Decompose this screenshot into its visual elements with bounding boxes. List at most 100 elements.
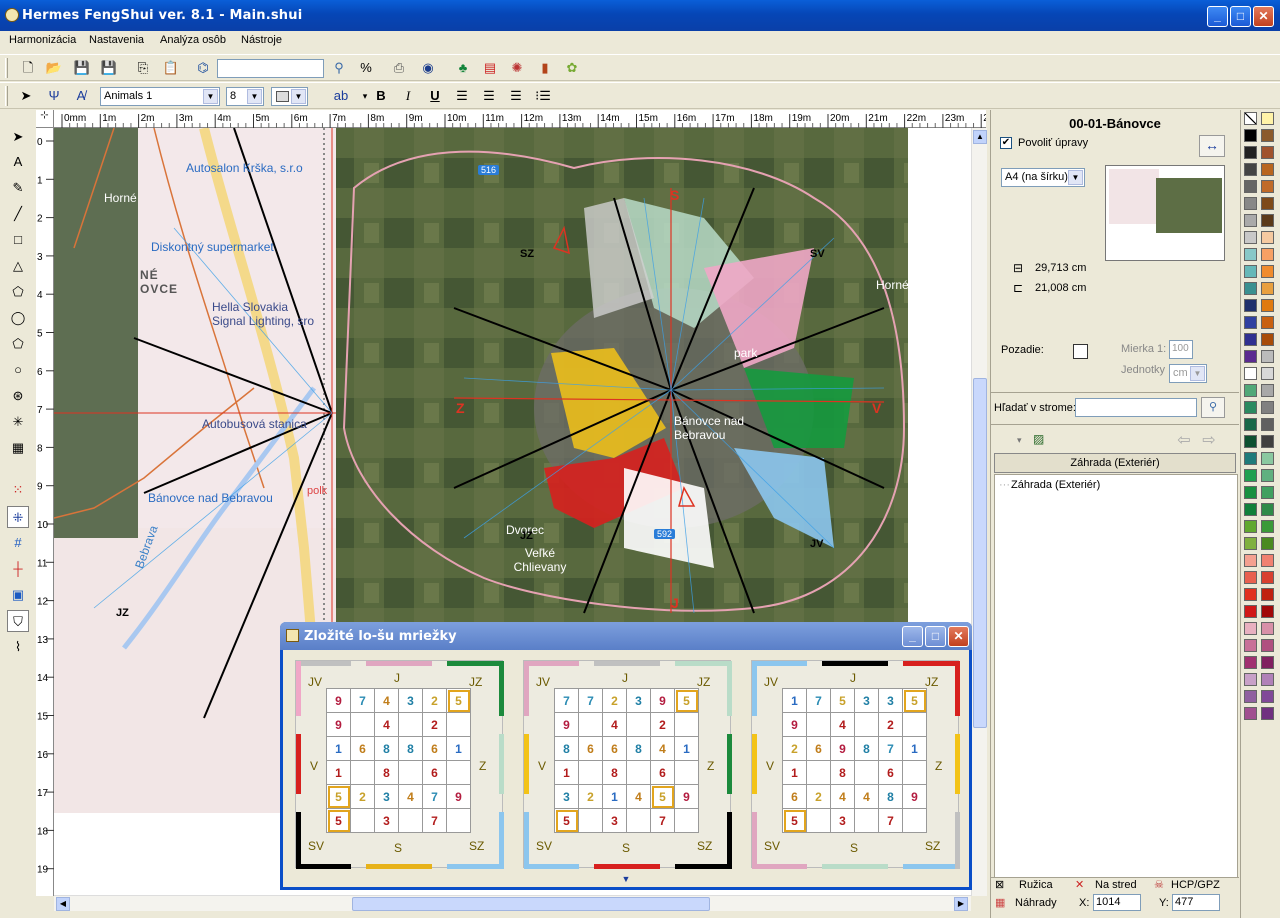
horizontal-scrollbar[interactable]: ◀ ▶ xyxy=(54,895,971,911)
vertical-scrollbar[interactable]: ▲ xyxy=(971,128,987,896)
hcp-button[interactable]: HCP/GPZ xyxy=(1171,879,1220,891)
percent-tool-icon[interactable]: % xyxy=(355,57,377,79)
preview-eye-icon[interactable]: ◉ xyxy=(417,57,439,79)
tree-header-button[interactable]: Záhrada (Exteriér) xyxy=(994,453,1236,473)
pointer-tool-icon[interactable]: ➤ xyxy=(7,126,29,148)
vertical-scroll-thumb[interactable] xyxy=(973,378,987,728)
search-icon[interactable]: ⚲ xyxy=(328,57,350,79)
palette-swatch[interactable] xyxy=(1244,401,1257,414)
tree-view[interactable]: ··· Záhrada (Exteriér) xyxy=(994,474,1238,878)
palette-swatch[interactable] xyxy=(1261,350,1274,363)
ellipse-tool-icon[interactable]: ◯ xyxy=(7,307,29,329)
palette-swatch[interactable] xyxy=(1244,112,1257,125)
palette-swatch[interactable] xyxy=(1244,435,1257,448)
grid-tool-icon[interactable]: ▦ xyxy=(7,437,29,459)
clover-icon[interactable]: ♣ xyxy=(452,57,474,79)
bold-icon[interactable]: B xyxy=(370,85,392,107)
wheel-tool-icon[interactable]: ⊛ xyxy=(7,385,29,407)
guide-dots-icon[interactable]: ⁙ xyxy=(7,479,29,501)
palette-swatch[interactable] xyxy=(1261,367,1274,380)
layers-icon[interactable]: ▣ xyxy=(7,584,29,606)
line-tool-icon[interactable]: ╱ xyxy=(7,203,29,225)
palette-swatch[interactable] xyxy=(1244,282,1257,295)
palette-swatch[interactable] xyxy=(1244,129,1257,142)
palette-swatch[interactable] xyxy=(1261,248,1274,261)
italic-icon[interactable]: I xyxy=(397,85,419,107)
palette-swatch[interactable] xyxy=(1244,265,1257,278)
palette-swatch[interactable] xyxy=(1244,673,1257,686)
palette-swatch[interactable] xyxy=(1261,622,1274,635)
triangle-tool-icon[interactable]: △ xyxy=(7,255,29,277)
palette-swatch[interactable] xyxy=(1244,248,1257,261)
loshu-minimize-button[interactable]: _ xyxy=(902,626,923,647)
polygon-tool-icon[interactable]: ⬠ xyxy=(7,281,29,303)
rose-button[interactable]: Ružica xyxy=(1019,879,1053,891)
spellcheck-icon[interactable]: ab xyxy=(330,85,352,107)
palette-swatch[interactable] xyxy=(1261,146,1274,159)
palette-swatch[interactable] xyxy=(1244,350,1257,363)
edit-checkbox[interactable]: ✔ xyxy=(1000,137,1012,149)
hcp-icon[interactable]: ☠ xyxy=(1154,878,1164,891)
center-button[interactable]: Na stred xyxy=(1095,879,1137,891)
palette-swatch[interactable] xyxy=(1261,639,1274,652)
palette-swatch[interactable] xyxy=(1261,401,1274,414)
axis-tool-icon[interactable]: ┼ xyxy=(7,558,29,580)
palette-swatch[interactable] xyxy=(1244,146,1257,159)
align-right-icon[interactable]: ☰ xyxy=(505,85,527,107)
menu-analyza-osob[interactable]: Analýza osôb xyxy=(160,34,226,46)
palette-swatch[interactable] xyxy=(1244,588,1257,601)
menu-nastavenia[interactable]: Nastavenia xyxy=(89,34,144,46)
lock-icon[interactable]: ⛉ xyxy=(7,610,29,632)
tree-item[interactable]: Záhrada (Exteriér) xyxy=(1011,479,1100,491)
units-select[interactable]: cm ▼ xyxy=(1169,364,1207,383)
expand-down-icon[interactable]: ▼ xyxy=(616,874,636,884)
palette-swatch[interactable] xyxy=(1261,554,1274,567)
palette-swatch[interactable] xyxy=(1244,367,1257,380)
tree-forward-icon[interactable]: ⇨ xyxy=(1198,430,1220,452)
palette-swatch[interactable] xyxy=(1244,231,1257,244)
palette-swatch[interactable] xyxy=(1261,520,1274,533)
scroll-up-icon[interactable]: ▲ xyxy=(973,130,987,144)
palette-swatch[interactable] xyxy=(1261,180,1274,193)
palette-swatch[interactable] xyxy=(1244,452,1257,465)
palette-swatch[interactable] xyxy=(1261,707,1274,720)
palette-swatch[interactable] xyxy=(1244,622,1257,635)
pentagon-tool-icon[interactable]: ⬠ xyxy=(7,333,29,355)
palette-swatch[interactable] xyxy=(1261,299,1274,312)
loshu-maximize-button[interactable]: □ xyxy=(925,626,946,647)
snap-grid-icon[interactable]: # xyxy=(7,532,29,554)
rectangle-tool-icon[interactable]: □ xyxy=(7,229,29,251)
menu-nastroje[interactable]: Nástroje xyxy=(241,34,282,46)
palette-swatch[interactable] xyxy=(1244,316,1257,329)
palette-swatch[interactable] xyxy=(1261,214,1274,227)
palette-swatch[interactable] xyxy=(1261,690,1274,703)
pdf-icon[interactable]: ▤ xyxy=(479,57,501,79)
palette-swatch[interactable] xyxy=(1244,537,1257,550)
clear-format-icon[interactable]: A̸ xyxy=(70,85,92,107)
book-icon[interactable]: ▮ xyxy=(534,57,556,79)
palette-swatch[interactable] xyxy=(1261,673,1274,686)
minimize-button[interactable]: _ xyxy=(1207,6,1228,27)
select-pointer-icon[interactable]: ➤ xyxy=(15,85,37,107)
eyedropper-icon[interactable]: ⌇ xyxy=(7,636,29,658)
palette-swatch[interactable] xyxy=(1261,112,1274,125)
palette-swatch[interactable] xyxy=(1261,231,1274,244)
align-left-icon[interactable]: ☰ xyxy=(451,85,473,107)
paste-icon[interactable]: 📋 xyxy=(160,57,182,79)
palette-swatch[interactable] xyxy=(1261,537,1274,550)
palette-swatch[interactable] xyxy=(1261,333,1274,346)
palette-swatch[interactable] xyxy=(1244,180,1257,193)
tree-search-icon[interactable]: ⚲ xyxy=(1201,397,1225,418)
palette-swatch[interactable] xyxy=(1261,452,1274,465)
ruler-corner-icon[interactable]: ⊹ xyxy=(36,110,54,128)
loshu-close-button[interactable]: ✕ xyxy=(948,626,969,647)
scale-input[interactable]: 100 xyxy=(1169,340,1193,359)
copy-icon[interactable]: ⎘ xyxy=(132,57,154,79)
underline-icon[interactable]: U xyxy=(424,85,446,107)
palette-swatch[interactable] xyxy=(1244,469,1257,482)
font-size-select[interactable]: 8 ▼ xyxy=(226,87,264,106)
palette-swatch[interactable] xyxy=(1244,707,1257,720)
palette-icon[interactable]: ✿ xyxy=(561,57,583,79)
palette-swatch[interactable] xyxy=(1244,520,1257,533)
image-icon[interactable]: ▨ xyxy=(1033,432,1044,446)
